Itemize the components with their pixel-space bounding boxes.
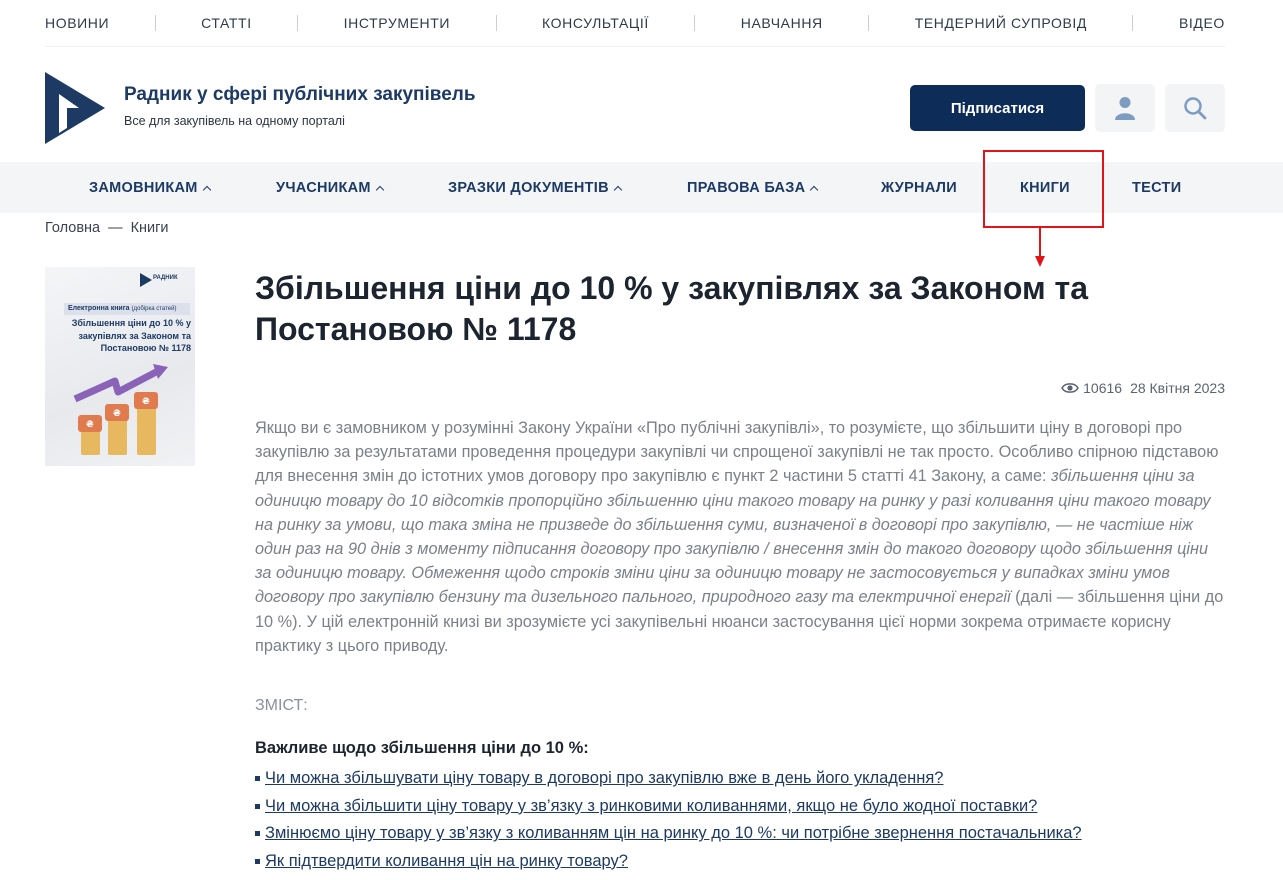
subscribe-button[interactable]: Підписатися [910,85,1085,131]
article-meta: 10616 28 Квітня 2023 [1061,380,1225,396]
contents-link[interactable]: Чи можна збільшувати ціну товару в догов… [265,769,943,788]
main-nav-label: ТЕСТИ [1132,179,1182,196]
contents-label: ЗМІСТ: [255,697,308,714]
cover-title: Збільшення ціни до 10 % у закупівлях за … [71,318,191,353]
svg-text:₴: ₴ [113,409,121,419]
list-item: Змінюємо ціну товару у зв’язку з коливан… [255,820,1082,848]
main-nav-document-samples[interactable]: ЗРАЗКИ ДОКУМЕНТІВ [448,162,623,213]
chevron-up-icon [202,185,211,194]
publish-date: 28 Квітня 2023 [1130,380,1225,396]
top-nav-divider [868,15,870,31]
article-intro: Якщо ви є замовником у розумінні Закону … [255,416,1227,658]
main-nav-participants[interactable]: УЧАСНИКАМ [276,162,385,213]
main-nav-journals[interactable]: ЖУРНАЛИ [881,162,957,213]
bullet-icon [255,831,260,837]
top-nav-tools[interactable]: ІНСТРУМЕНТИ [344,15,450,31]
breadcrumb-current: Книги [130,220,169,236]
list-item: Чи можна збільшувати ціну товару в догов… [255,765,1082,793]
main-nav-legal-base[interactable]: ПРАВОВА БАЗА [687,162,819,213]
views-counter: 10616 [1061,380,1122,396]
cover-badge-small: (добірка статей) [131,306,177,312]
brand-title[interactable]: Радник у сфері публічних закупівель [124,84,476,106]
main-nav-label: ЗРАЗКИ ДОКУМЕНТІВ [448,179,609,196]
views-count: 10616 [1083,380,1123,396]
top-nav-tender-support[interactable]: ТЕНДЕРНИЙ СУПРОВІД [915,15,1087,31]
cover-illustration: ₴ ₴ ₴ [73,364,168,455]
cover-badge-bold: Електронна книга [68,305,130,312]
contents-link[interactable]: Як підтвердити коливання цін на ринку то… [265,852,628,871]
list-item: Чи можна збільшити ціну товару у зв’язку… [255,793,1082,821]
top-nav-education[interactable]: НАВЧАННЯ [741,15,823,31]
svg-text:₴: ₴ [142,397,150,407]
cover-logo-icon [140,273,152,287]
search-button[interactable] [1165,84,1225,132]
section-heading: Важливе щодо збільшення ціни до 10 %: [255,739,589,757]
annotation-arrow [1039,228,1041,259]
breadcrumb-separator: — [108,220,123,236]
article-title: Збільшення ціни до 10 % у закупівлях за … [255,270,1088,347]
main-nav-tests[interactable]: ТЕСТИ [1132,162,1181,213]
chevron-up-icon [613,185,623,194]
site-logo[interactable] [45,72,105,144]
book-cover[interactable]: РАДНИК Електронна книга (добірка статей)… [45,267,195,466]
user-icon [1115,97,1135,120]
annotation-highlight-box [983,150,1104,228]
contents-list: Чи можна збільшувати ціну товару в догов… [255,765,1082,875]
contents-link[interactable]: Змінюємо ціну товару у зв’язку з коливан… [265,824,1082,843]
logo-icon [45,72,105,144]
brand-subtitle: Все для закупівель на одному порталі [124,114,345,128]
eye-icon [1061,383,1079,393]
main-nav-label: УЧАСНИКАМ [276,179,371,196]
main-nav-label: ПРАВОВА БАЗА [687,179,806,196]
breadcrumb-home[interactable]: Головна [45,220,100,236]
annotation-arrow-head [1035,256,1045,267]
bullet-icon [255,803,260,809]
site-header: Радник у сфері публічних закупівель Все … [45,70,1225,146]
top-nav-articles[interactable]: СТАТТІ [201,15,252,31]
main-nav-customers[interactable]: ЗАМОВНИКАМ [89,162,211,213]
top-nav-divider [694,15,696,31]
top-nav-divider [297,15,299,31]
bullet-icon [255,776,260,782]
svg-text:₴: ₴ [86,420,94,430]
list-item: Як підтвердити коливання цін на ринку то… [255,848,1082,876]
law-quote: збільшення ціни за одиницю товару до 10 … [255,467,1211,607]
chevron-up-icon [375,185,385,194]
top-nav-consultations[interactable]: КОНСУЛЬТАЦІЇ [542,15,649,31]
contents-link[interactable]: Чи можна збільшити ціну товару у зв’язку… [265,797,1037,816]
main-nav-label: ЖУРНАЛИ [881,179,957,196]
search-icon [1184,97,1207,120]
chevron-up-icon [810,185,819,194]
main-nav-label: ЗАМОВНИКАМ [89,179,198,196]
top-nav-divider [495,15,497,31]
top-nav-news[interactable]: НОВИНИ [45,15,109,31]
account-button[interactable] [1095,84,1155,132]
cover-badge: Електронна книга (добірка статей) [64,303,190,315]
top-nav-video[interactable]: ВІДЕО [1179,15,1225,31]
cover-brand: РАДНИК [153,275,178,281]
top-nav: НОВИНИ СТАТТІ ІНСТРУМЕНТИ КОНСУЛЬТАЦІЇ Н… [45,0,1225,47]
top-nav-divider [154,15,156,31]
breadcrumb: Головна — Книги [45,220,169,236]
top-nav-divider [1132,15,1134,31]
bullet-icon [255,858,260,864]
